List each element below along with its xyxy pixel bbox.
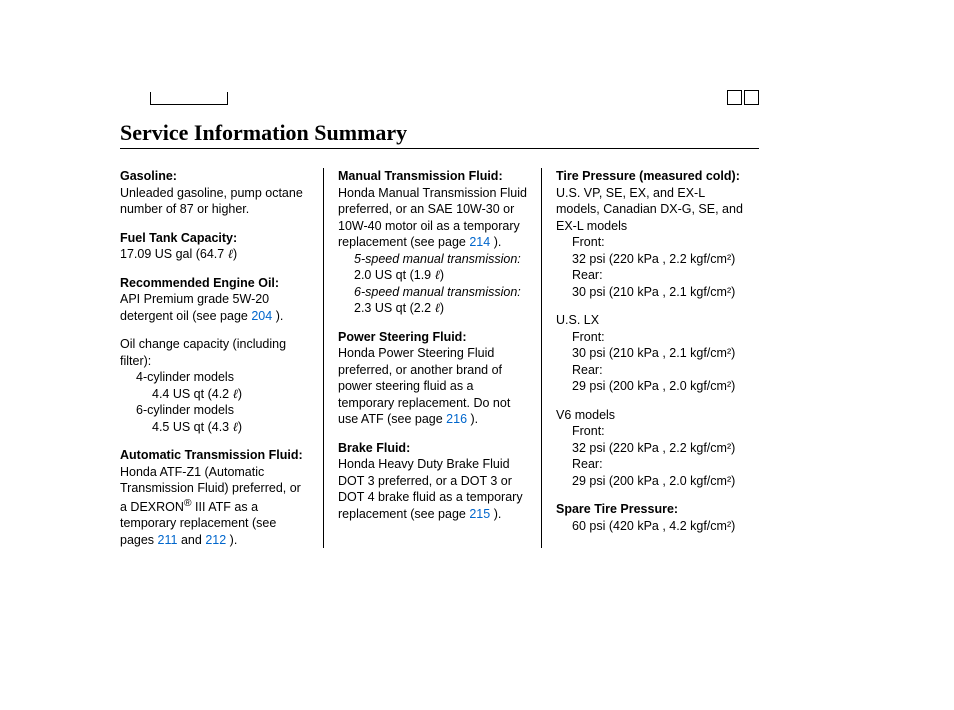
column-2: Manual Transmission Fluid: Honda Manual …: [323, 168, 541, 548]
section-heading: Power Steering Fluid:: [338, 329, 527, 346]
page-container: Service Information Summary Gasoline: Un…: [0, 0, 954, 710]
label-rear: Rear:: [556, 267, 745, 284]
list-item: 6-cylinder models: [120, 402, 309, 419]
body-text: V6 models: [556, 407, 745, 424]
page-link-215[interactable]: 215: [469, 507, 490, 521]
atf-section: Automatic Transmission Fluid: Honda ATF-…: [120, 447, 309, 548]
page-link-212[interactable]: 212: [205, 533, 226, 547]
section-heading: Brake Fluid:: [338, 440, 527, 457]
psf-section: Power Steering Fluid: Honda Power Steeri…: [338, 329, 527, 428]
list-item: 6-speed manual transmission:: [338, 284, 527, 301]
engine-oil-section: Recommended Engine Oil: API Premium grad…: [120, 275, 309, 325]
list-value: 4.4 US qt (4.2 ℓ): [120, 386, 309, 403]
page-link-214[interactable]: 214: [469, 235, 490, 249]
brake-section: Brake Fluid: Honda Heavy Duty Brake Flui…: [338, 440, 527, 523]
page-title: Service Information Summary: [120, 120, 407, 146]
list-value: 2.0 US qt (1.9 ℓ): [338, 267, 527, 284]
page-link-204[interactable]: 204: [251, 309, 272, 323]
section-heading: Fuel Tank Capacity:: [120, 230, 309, 247]
marker-box: [744, 90, 759, 105]
section-heading: Recommended Engine Oil:: [120, 275, 309, 292]
label-rear: Rear:: [556, 362, 745, 379]
list-value: 2.3 US qt (2.2 ℓ): [338, 300, 527, 317]
gasoline-section: Gasoline: Unleaded gasoline, pump octane…: [120, 168, 309, 218]
value-front: 32 psi (220 kPa , 2.2 kgf/cm²): [556, 251, 745, 268]
section-heading: Automatic Transmission Fluid:: [120, 447, 309, 464]
page-link-216[interactable]: 216: [446, 412, 467, 426]
title-rule: [120, 148, 759, 149]
section-heading: Gasoline:: [120, 168, 309, 185]
column-1: Gasoline: Unleaded gasoline, pump octane…: [120, 168, 323, 548]
top-right-marker: [727, 90, 759, 105]
body-text: Unleaded gasoline, pump octane number of…: [120, 185, 309, 218]
fuel-tank-section: Fuel Tank Capacity: 17.09 US gal (64.7 ℓ…: [120, 230, 309, 263]
value-rear: 30 psi (210 kPa , 2.1 kgf/cm²): [556, 284, 745, 301]
body-text: Honda ATF-Z1 (Automatic Transmission Flu…: [120, 464, 309, 549]
list-item: 4-cylinder models: [120, 369, 309, 386]
label-front: Front:: [556, 423, 745, 440]
list-item: 5-speed manual transmission:: [338, 251, 527, 268]
value-rear: 29 psi (200 kPa , 2.0 kgf/cm²): [556, 378, 745, 395]
marker-box: [727, 90, 742, 105]
body-text: API Premium grade 5W-20 detergent oil (s…: [120, 291, 309, 324]
column-3: Tire Pressure (measured cold): U.S. VP, …: [541, 168, 759, 548]
body-text: Oil change capacity (including filter):: [120, 336, 309, 369]
label-rear: Rear:: [556, 456, 745, 473]
value-rear: 29 psi (200 kPa , 2.0 kgf/cm²): [556, 473, 745, 490]
body-text: Honda Heavy Duty Brake Fluid DOT 3 prefe…: [338, 456, 527, 522]
mtf-section: Manual Transmission Fluid: Honda Manual …: [338, 168, 527, 317]
body-text: Honda Manual Transmission Fluid preferre…: [338, 185, 527, 251]
list-value: 4.5 US qt (4.3 ℓ): [120, 419, 309, 436]
spare-tire-section: Spare Tire Pressure: 60 psi (420 kPa , 4…: [556, 501, 745, 534]
page-link-211[interactable]: 211: [158, 533, 178, 547]
label-front: Front:: [556, 329, 745, 346]
registered-symbol: ®: [184, 498, 192, 509]
oil-change-section: Oil change capacity (including filter): …: [120, 336, 309, 435]
tire-pressure-group: U.S. LX Front: 30 psi (210 kPa , 2.1 kgf…: [556, 312, 745, 395]
content-columns: Gasoline: Unleaded gasoline, pump octane…: [120, 168, 759, 548]
top-left-marker: [150, 92, 228, 105]
section-heading: Spare Tire Pressure:: [556, 501, 745, 518]
tire-pressure-group: V6 models Front: 32 psi (220 kPa , 2.2 k…: [556, 407, 745, 490]
section-heading: Manual Transmission Fluid:: [338, 168, 527, 185]
body-text: U.S. LX: [556, 312, 745, 329]
value-front: 32 psi (220 kPa , 2.2 kgf/cm²): [556, 440, 745, 457]
body-text: 17.09 US gal (64.7 ℓ): [120, 246, 309, 263]
value-spare: 60 psi (420 kPa , 4.2 kgf/cm²): [556, 518, 745, 535]
body-text: Honda Power Steering Fluid preferred, or…: [338, 345, 527, 428]
body-text: U.S. VP, SE, EX, and EX-L models, Canadi…: [556, 185, 745, 235]
section-heading: Tire Pressure (measured cold):: [556, 168, 745, 185]
tire-pressure-section: Tire Pressure (measured cold): U.S. VP, …: [556, 168, 745, 300]
value-front: 30 psi (210 kPa , 2.1 kgf/cm²): [556, 345, 745, 362]
label-front: Front:: [556, 234, 745, 251]
